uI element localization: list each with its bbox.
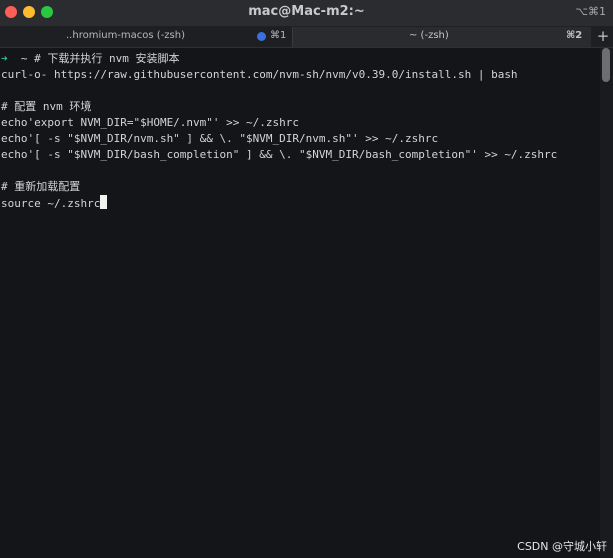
prompt-dir: ~ [20, 52, 28, 65]
terminal-output[interactable]: ➜ ~ # 下载并执行 nvm 安装脚本 curl-o- https://raw… [1, 51, 597, 211]
terminal-line: echo'export NVM_DIR="$HOME/.nvm"' >> ~/.… [1, 116, 300, 129]
terminal-line: echo'[ -s "$NVM_DIR/bash_completion" ] &… [1, 148, 558, 161]
tab-chromium-macos[interactable]: ..hromium-macos (-zsh) ⌘1 [0, 27, 293, 47]
prompt-line: ➜ ~ # 下载并执行 nvm 安装脚本 [1, 51, 597, 67]
text-cursor [100, 195, 108, 209]
prompt-arrow-icon: ➜ [1, 52, 8, 65]
tab-title: ..hromium-macos (-zsh) [66, 30, 185, 41]
tab-home-zsh[interactable]: ~ (-zsh) ⌘2 [293, 27, 591, 47]
terminal-line: source ~/.zshrc [1, 197, 101, 210]
window-shortcut: ⌥⌘1 [575, 5, 606, 18]
terminal-window: mac@Mac-m2:~ ⌥⌘1 ..hromium-macos (-zsh) … [0, 0, 613, 558]
title-bar[interactable]: mac@Mac-m2:~ ⌥⌘1 [0, 0, 613, 27]
tab-title: ~ (-zsh) [409, 30, 449, 41]
terminal-line: echo'[ -s "$NVM_DIR/nvm.sh" ] && \. "$NV… [1, 132, 439, 145]
terminal-line: curl-o- https://raw.githubusercontent.co… [1, 68, 518, 81]
terminal-line: # 下载并执行 nvm 安装脚本 [34, 52, 180, 65]
terminal-line: # 配置 nvm 环境 [1, 100, 92, 113]
new-tab-button[interactable]: + [593, 27, 613, 47]
window-title: mac@Mac-m2:~ [248, 4, 365, 19]
scrollbar[interactable] [600, 48, 613, 558]
terminal-line: # 重新加载配置 [1, 180, 81, 193]
scroll-thumb[interactable] [602, 48, 610, 82]
activity-dot-icon [257, 32, 266, 41]
watermark: CSDN @守城小轩 [517, 540, 607, 553]
tab-bar: ..hromium-macos (-zsh) ⌘1 ~ (-zsh) ⌘2 [0, 27, 613, 48]
tab-shortcut: ⌘1 [270, 30, 287, 41]
input-line[interactable]: source ~/.zshrc [1, 195, 597, 211]
tab-shortcut: ⌘2 [566, 30, 583, 41]
